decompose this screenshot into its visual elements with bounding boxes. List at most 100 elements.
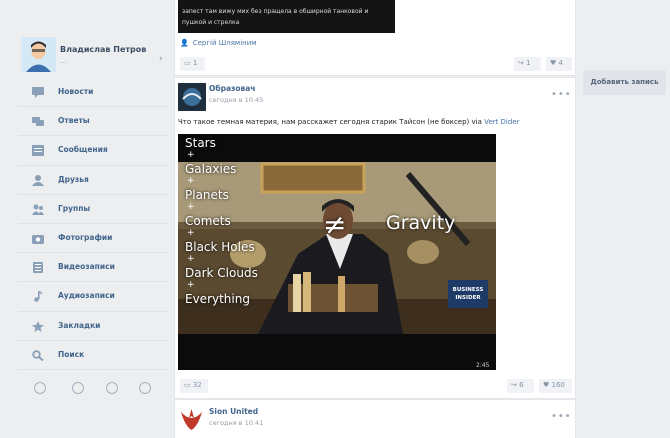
post-time[interactable]: сегодня в 10:41 [209, 419, 263, 427]
sidebar-item-label: Видеозаписи [58, 262, 115, 272]
post-card: Sion United сегодня в 10:41 ••• [174, 399, 576, 438]
videos-icon [33, 262, 43, 274]
help-icon[interactable] [72, 382, 84, 394]
post-author-name[interactable]: Сергій Шляміним [193, 39, 257, 47]
chevron-right-icon[interactable]: › [159, 54, 163, 64]
sidebar-item-label: Закладки [58, 320, 101, 330]
sidebar-item-label: Сообщения [58, 145, 108, 155]
sidebar-item-replies[interactable]: Ответы [18, 107, 168, 137]
comment-button[interactable]: ▭ 32 [180, 379, 208, 393]
replies-icon [32, 117, 44, 127]
overlay-black-holes: Black Holes [185, 240, 255, 254]
friends-icon [32, 174, 44, 186]
search-icon [32, 349, 44, 361]
language-icon[interactable] [106, 382, 118, 394]
sidebar-item-label: Друзья [58, 174, 89, 184]
group-name[interactable]: Sion United [209, 407, 258, 416]
profile-block[interactable]: Владислав Петров ... › [18, 32, 168, 72]
overlay-plus: + [187, 228, 195, 238]
share-button[interactable]: ↪ 6 [507, 379, 534, 393]
more-options-icon[interactable]: ••• [551, 89, 572, 100]
power-icon[interactable] [139, 382, 151, 394]
profile-name[interactable]: Владислав Петров [60, 45, 146, 54]
settings-icon[interactable] [34, 382, 46, 394]
messages-icon [32, 145, 44, 157]
share-icon: ↪ [518, 59, 527, 67]
audio-icon [34, 291, 43, 303]
like-count: 160 [551, 381, 565, 389]
sidebar-item-friends[interactable]: Друзья [18, 166, 168, 195]
photos-icon [32, 234, 44, 244]
sidebar-item-label: Группы [58, 203, 91, 213]
comment-icon: ▭ [184, 381, 193, 389]
group-avatar[interactable] [178, 406, 205, 433]
groups-icon [32, 204, 44, 215]
heart-icon: ♥ [550, 59, 559, 67]
sidebar-nav: Новости Ответы Сообщения Друзья Группы Ф… [18, 78, 168, 370]
sidebar-item-groups[interactable]: Группы [18, 195, 168, 224]
overlay-planets: Planets [185, 188, 229, 202]
sidebar-item-label: Поиск [58, 349, 85, 359]
left-sidebar: Владислав Петров ... › Новости Ответы Со… [18, 24, 168, 438]
video-player[interactable]: Stars + Galaxies + Planets + Comets + Bl… [178, 134, 496, 370]
like-button[interactable]: ♥ 160 [539, 379, 572, 393]
person-icon: 👤 [180, 39, 189, 47]
overlay-plus: + [187, 150, 195, 160]
sidebar-footer-icons [28, 380, 158, 398]
sidebar-item-audio[interactable]: Аудиозаписи [18, 282, 168, 312]
sidebar-item-messages[interactable]: Сообщения [18, 136, 168, 166]
sidebar-item-label: Фотографии [58, 232, 113, 242]
sidebar-item-videos[interactable]: Видеозаписи [18, 253, 168, 283]
group-avatar[interactable] [178, 83, 206, 111]
post-text-body: Что такое темная материя, нам расскажет … [178, 118, 485, 126]
news-icon [32, 87, 44, 98]
post-text: Что такое темная материя, нам расскажет … [178, 118, 519, 126]
share-count: 1 [526, 59, 531, 67]
business-insider-logo: BUSINESS INSIDER [448, 280, 488, 308]
overlay-stars: Stars [185, 136, 216, 150]
sidebar-item-bookmarks[interactable]: Закладки [18, 312, 168, 341]
comment-icon: ▭ [184, 59, 193, 67]
sidebar-item-search[interactable]: Поиск [18, 341, 168, 370]
overlay-neq: ≠ [323, 208, 347, 241]
heart-icon: ♥ [543, 381, 552, 389]
video-caption-line: запест там вижу мих без пращела в обширн… [182, 8, 369, 15]
post-card: запест там вижу мих без пращела в обширн… [174, 0, 576, 76]
group-name[interactable]: Образовач [209, 84, 256, 93]
video-player[interactable]: запест там вижу мих без пращела в обширн… [178, 0, 395, 33]
video-caption-line: пушкой и стрелка [182, 19, 240, 26]
overlay-galaxies: Galaxies [185, 162, 237, 176]
overlay-comets: Comets [185, 214, 231, 228]
comment-count: 32 [192, 381, 202, 389]
sidebar-item-label: Новости [58, 87, 94, 96]
avatar[interactable] [21, 37, 56, 72]
share-button[interactable]: ↪ 1 [514, 57, 541, 71]
add-post-button[interactable]: Добавить запись [583, 70, 666, 95]
post-text-link[interactable]: Vert Dider [484, 118, 519, 126]
like-count: 4 [558, 59, 563, 67]
post-card: Образовач сегодня в 10:45 ••• Что такое … [174, 77, 576, 399]
video-duration: 2:45 [476, 362, 490, 369]
sidebar-item-news[interactable]: Новости [18, 78, 168, 108]
sidebar-item-label: Ответы [58, 116, 90, 126]
overlay-plus: + [187, 176, 195, 186]
comment-count: 1 [192, 59, 198, 67]
profile-status: ... [60, 57, 67, 65]
overlay-gravity: Gravity [386, 212, 456, 234]
post-author-link[interactable]: 👤 Сергій Шляміним [180, 39, 257, 47]
sidebar-item-photos[interactable]: Фотографии [18, 224, 168, 254]
more-options-icon[interactable]: ••• [551, 411, 572, 422]
like-button[interactable]: ♥ 4 [546, 57, 572, 71]
share-icon: ↪ [511, 381, 520, 389]
overlay-plus: + [187, 202, 195, 212]
share-count: 6 [519, 381, 524, 389]
overlay-plus: + [187, 280, 195, 290]
news-feed: запест там вижу мих без пращела в обширн… [174, 0, 576, 438]
bookmarks-icon [32, 320, 44, 332]
sidebar-item-label: Аудиозаписи [58, 291, 115, 301]
overlay-dark-clouds: Dark Clouds [185, 266, 258, 280]
overlay-everything: Everything [185, 292, 250, 306]
comment-button[interactable]: ▭ 1 [180, 57, 205, 71]
post-time[interactable]: сегодня в 10:45 [209, 96, 263, 104]
overlay-plus: + [187, 254, 195, 264]
